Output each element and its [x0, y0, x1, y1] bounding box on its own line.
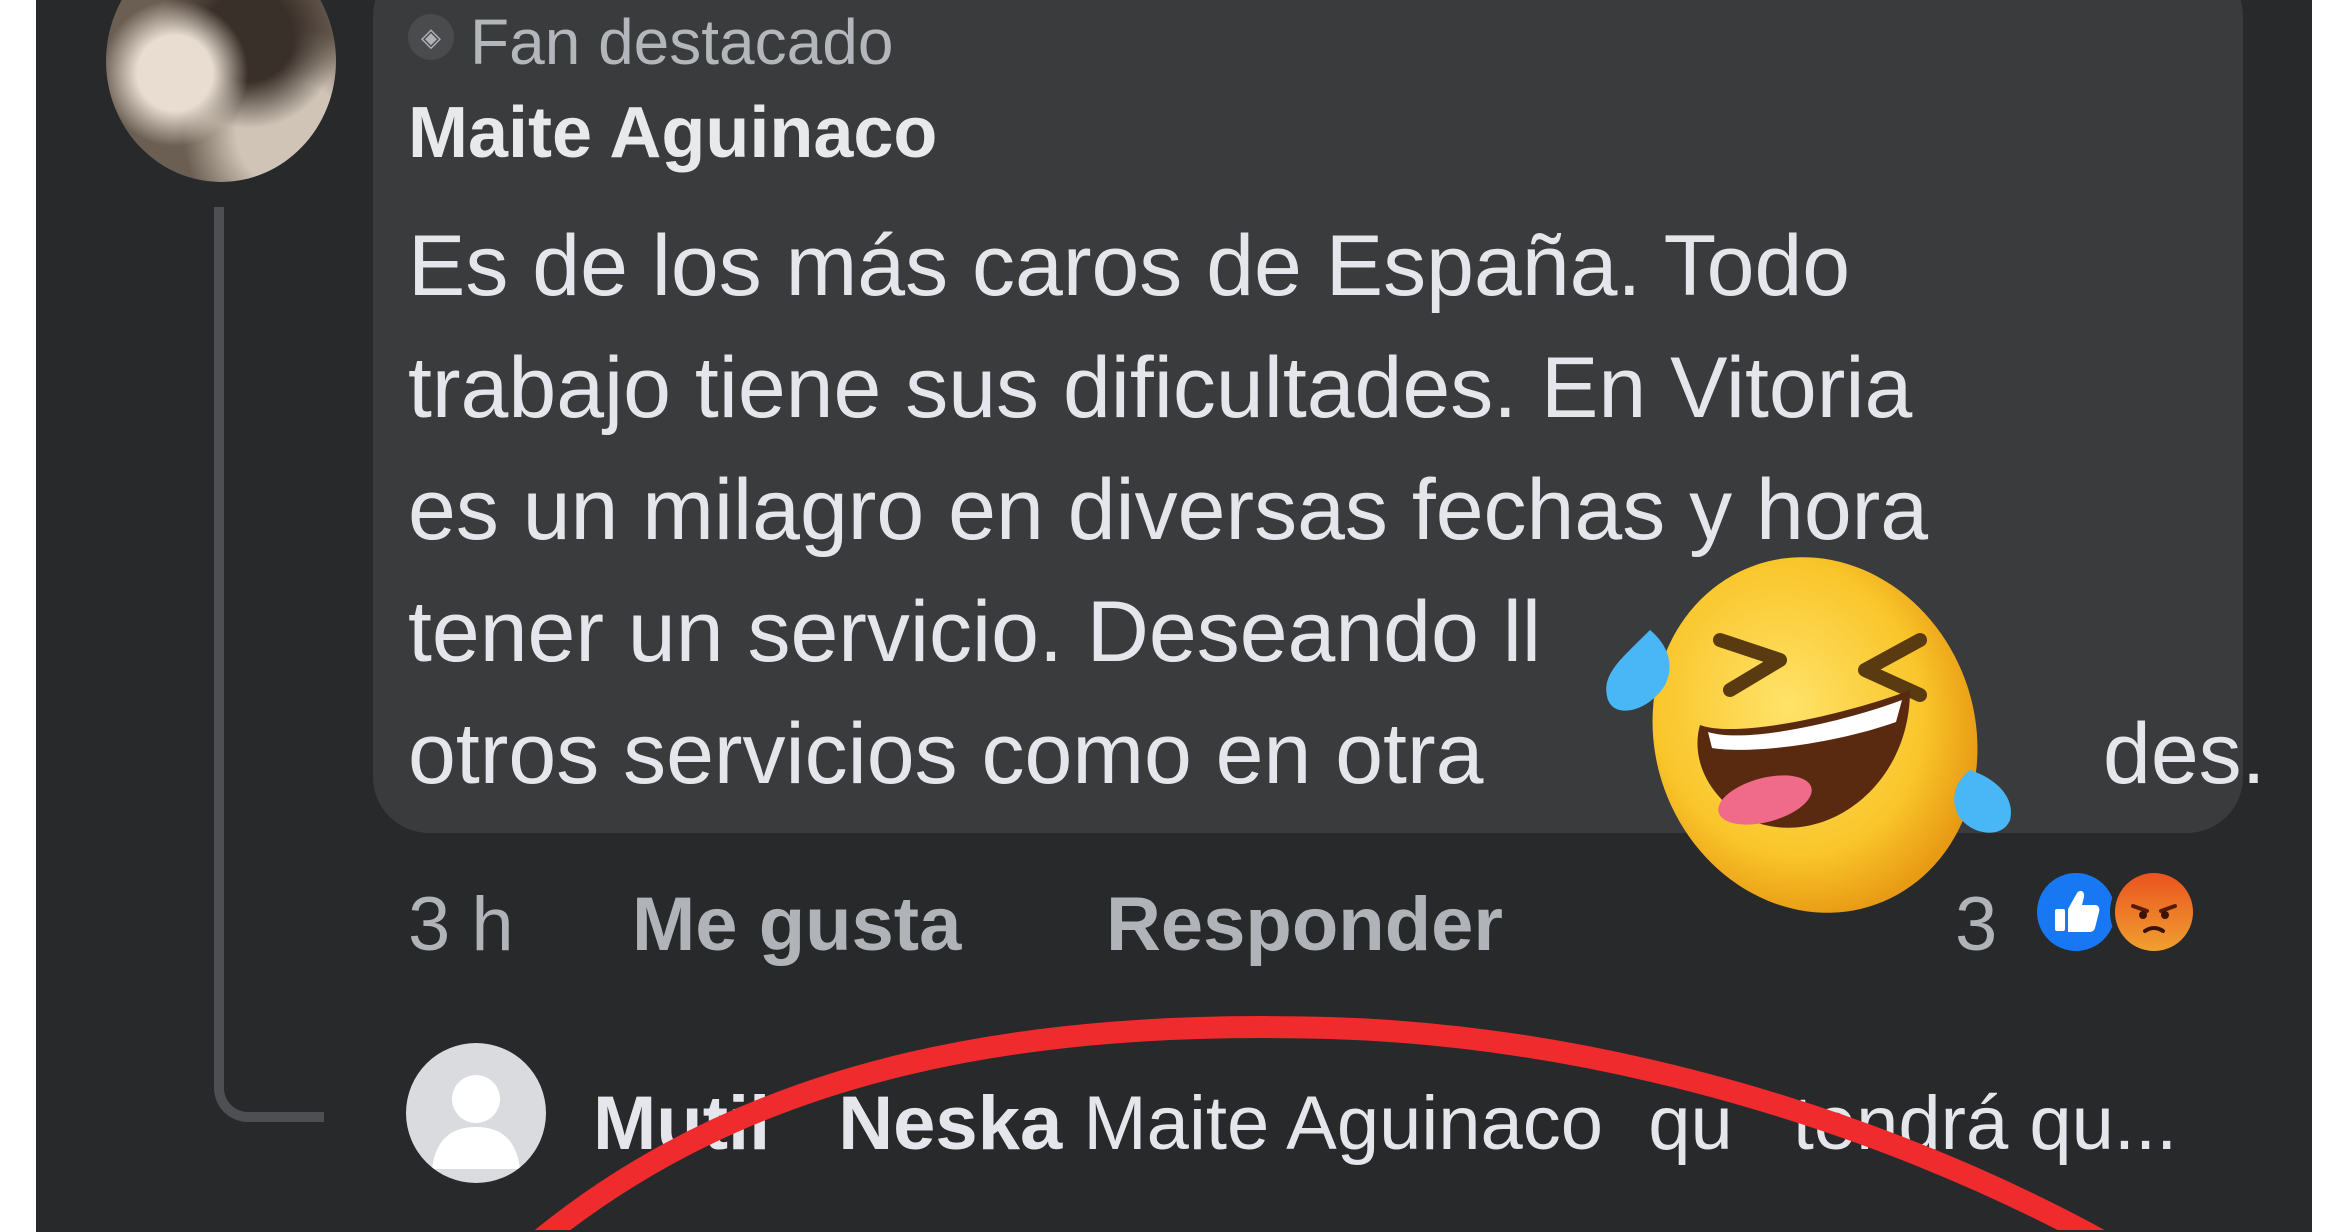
reply-text-end: tendrá qu...: [1792, 1081, 2178, 1166]
avatar-maite[interactable]: [106, 0, 336, 182]
reply-button[interactable]: Responder: [1106, 880, 1503, 970]
comment-line-5-start: otros servicios como en otra: [408, 706, 1484, 802]
comment-line-1: Es de los más caros de España. Todo: [408, 218, 1851, 314]
avatar-mutil-neska[interactable]: [406, 1043, 546, 1183]
diamond-icon: ◈: [408, 14, 454, 60]
like-icon: [2032, 868, 2120, 956]
comment-line-2: trabajo tiene sus dificultades. En Vitor…: [408, 340, 1913, 436]
reply-mention: Maite Aguinaco: [1083, 1081, 1604, 1166]
laughing-crying-emoji: [1606, 557, 2011, 913]
reply-preview[interactable]: Mutil Neska Maite Aguinaco qu tendrá qu...: [593, 1074, 2177, 1174]
top-fan-badge: Fan destacado: [470, 6, 894, 78]
angry-icon: [2110, 868, 2198, 956]
reply-text-fragment: qu: [1648, 1081, 1733, 1166]
thread-connector-line: [214, 207, 324, 1122]
comment-line-5-tail: des.: [2103, 706, 2266, 802]
like-button[interactable]: Me gusta: [632, 880, 961, 970]
reply-author-first: Mutil: [593, 1081, 771, 1166]
reply-author-last: Neska: [838, 1081, 1063, 1166]
comment-time: 3 h: [408, 882, 514, 967]
comment-author[interactable]: Maite Aguinaco: [408, 88, 937, 178]
